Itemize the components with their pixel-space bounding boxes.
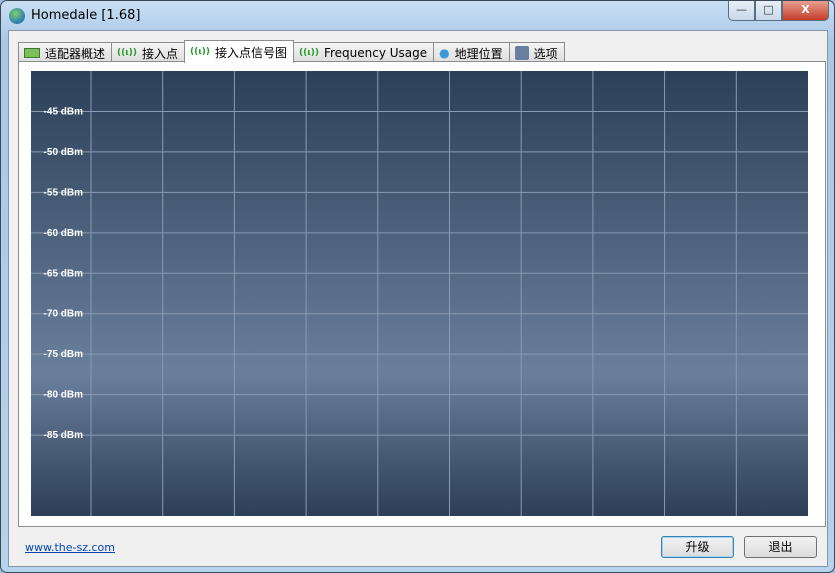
signal-chart: -45 dBm -50 dBm -55 dBm -60 dBm -65 dBm -70 d… bbox=[31, 71, 808, 516]
y-tick-label: -85 dBm bbox=[44, 430, 84, 441]
adapter-icon bbox=[24, 48, 40, 58]
y-tick-label: -65 dBm bbox=[44, 268, 84, 279]
minimize-button[interactable]: — bbox=[728, 1, 755, 21]
tab-panel: -45 dBm -50 dBm -55 dBm -60 dBm -65 dBm -70 d… bbox=[18, 61, 826, 527]
antenna-icon: ((ι)) bbox=[117, 48, 137, 58]
upgrade-button[interactable]: 升级 bbox=[661, 536, 734, 558]
tab-label: 接入点信号图 bbox=[214, 45, 287, 60]
globe-icon bbox=[9, 8, 25, 24]
y-tick-label: -50 dBm bbox=[44, 147, 84, 158]
tab-geolocation[interactable]: ● 地理位置 bbox=[433, 42, 510, 63]
y-tick-label: -75 dBm bbox=[44, 349, 84, 360]
tab-label: 选项 bbox=[533, 46, 558, 61]
tab-label: 适配器概述 bbox=[45, 46, 106, 61]
app-window: Homedale [1.68] — □ X 适配器概述 ((ι)) 接入点 ((ι… bbox=[0, 0, 835, 573]
tab-frequency-usage[interactable]: ((ι)) Frequency Usage bbox=[292, 42, 435, 63]
antenna-icon: ((ι)) bbox=[298, 48, 319, 58]
location-pin-icon: ● bbox=[439, 46, 450, 60]
tab-label: 地理位置 bbox=[454, 46, 503, 61]
settings-icon bbox=[514, 46, 529, 60]
close-button[interactable]: X bbox=[782, 1, 829, 21]
plot-background bbox=[31, 71, 808, 516]
y-tick-label: -55 dBm bbox=[44, 187, 84, 198]
exit-button[interactable]: 退出 bbox=[744, 536, 817, 558]
y-tick-label: -80 dBm bbox=[44, 390, 84, 401]
website-link[interactable]: www.the-sz.com bbox=[25, 541, 115, 554]
antenna-icon: ((ι)) bbox=[190, 47, 210, 57]
y-tick-label: -45 dBm bbox=[44, 106, 84, 117]
y-tick-label: -60 dBm bbox=[44, 228, 84, 239]
maximize-button[interactable]: □ bbox=[755, 1, 782, 21]
tab-signal-graph[interactable]: ((ι)) 接入点信号图 bbox=[184, 40, 294, 63]
y-tick-label: -70 dBm bbox=[44, 309, 84, 320]
tab-adapter-overview[interactable]: 适配器概述 bbox=[18, 42, 113, 63]
tab-access-points[interactable]: ((ι)) 接入点 bbox=[111, 42, 185, 63]
tab-options[interactable]: 选项 bbox=[508, 42, 565, 63]
tab-label: 接入点 bbox=[141, 46, 178, 61]
tab-bar: 适配器概述 ((ι)) 接入点 ((ι)) 接入点信号图 ((ι)) Frequenc… bbox=[18, 40, 565, 63]
client-area: 适配器概述 ((ι)) 接入点 ((ι)) 接入点信号图 ((ι)) Frequenc… bbox=[8, 30, 828, 567]
window-title: Homedale [1.68] bbox=[31, 8, 141, 23]
tab-label: Frequency Usage bbox=[323, 46, 428, 60]
